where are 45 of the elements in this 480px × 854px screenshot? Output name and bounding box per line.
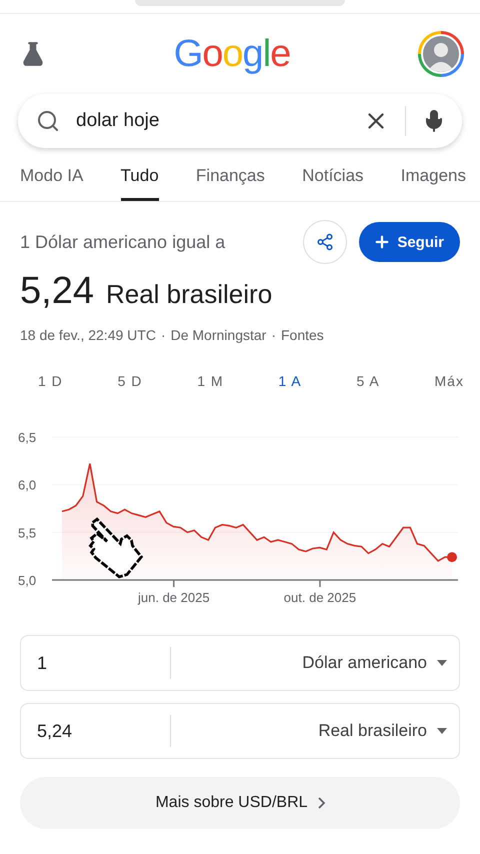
range-tab[interactable]: 5 D xyxy=(118,373,142,389)
search-tab[interactable]: Finanças xyxy=(196,166,265,201)
search-icon xyxy=(36,109,60,133)
conversion-caption: 1 Dólar americano igual a xyxy=(20,232,226,252)
x-axis-label: out. de 2025 xyxy=(284,590,356,605)
separator-dot: · xyxy=(271,327,276,343)
range-tab[interactable]: Máx xyxy=(434,373,464,389)
amount-field[interactable]: 5,24 xyxy=(21,715,171,747)
range-tab[interactable]: 5 A xyxy=(356,373,380,389)
currency-dropdown[interactable]: Real brasileiro xyxy=(171,720,459,742)
search-tab[interactable]: Tudo xyxy=(120,166,159,201)
search-tab[interactable]: Imagens xyxy=(400,166,466,201)
x-axis-label: jun. de 2025 xyxy=(138,590,210,605)
meta-text: De Morningstar xyxy=(170,327,266,343)
caret-icon xyxy=(437,660,447,666)
chevron-right-icon xyxy=(318,797,325,809)
currency-dropdown[interactable]: Dólar americano xyxy=(171,652,459,674)
currency-name: Real brasileiro xyxy=(106,279,272,310)
caret-icon xyxy=(437,728,447,734)
plus-icon xyxy=(373,233,392,251)
rate-value: 5,24 xyxy=(20,270,94,313)
amount-field[interactable]: 1 xyxy=(21,647,171,679)
range-tab[interactable]: 1 A xyxy=(278,373,302,389)
avatar[interactable] xyxy=(418,31,464,77)
y-axis-label: 6,0 xyxy=(18,478,36,493)
share-icon xyxy=(316,233,334,251)
hand-cursor-icon xyxy=(88,517,146,579)
search-field[interactable]: dolar hoje xyxy=(18,94,462,148)
range-tab[interactable]: 1 D xyxy=(38,373,63,389)
separator-dot: · xyxy=(160,327,166,343)
search-tab[interactable]: Notícias xyxy=(302,166,364,201)
logo: Google xyxy=(174,32,290,76)
current-point xyxy=(447,552,457,562)
flask-icon[interactable] xyxy=(20,41,46,67)
y-axis-label: 5,5 xyxy=(18,525,36,540)
sources-link[interactable]: Fontes xyxy=(280,327,324,343)
y-axis-label: 6,5 xyxy=(18,430,36,445)
search-tab[interactable]: Modo IA xyxy=(20,166,84,201)
follow-button[interactable]: Seguir xyxy=(359,222,460,262)
y-axis-label: 5,0 xyxy=(18,573,36,588)
share-button[interactable] xyxy=(303,220,348,264)
range-tab[interactable]: 1 M xyxy=(197,373,224,389)
more-button[interactable]: Mais sobre USD/BRL xyxy=(20,777,460,829)
search-text: dolar hoje xyxy=(76,110,160,132)
meta-text: 18 de fev., 22:49 UTC xyxy=(20,327,156,343)
